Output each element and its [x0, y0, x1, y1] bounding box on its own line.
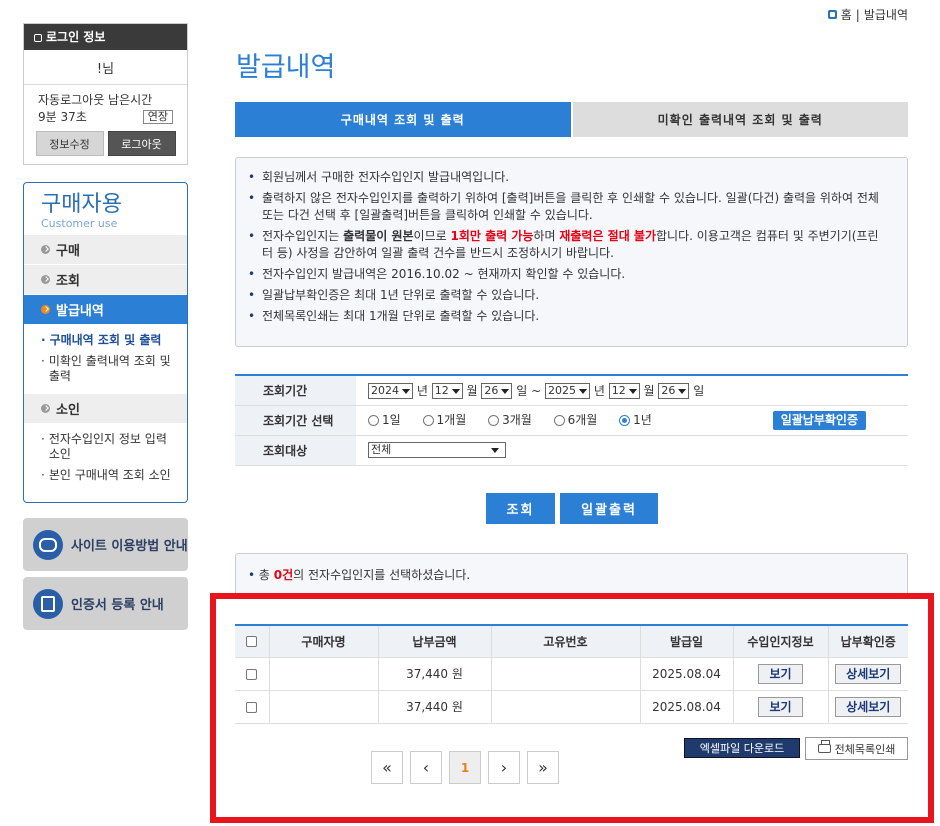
chevron-right-icon: [41, 245, 50, 254]
sidebar-subitem-unconfirmed[interactable]: · 미확인 출력내역 조회 및 출력: [24, 351, 187, 387]
sidebar-menu: 구매자용 Customer use 구매 조회 발급내역 · 구매내역 조회 및 …: [23, 182, 188, 503]
radio-1year[interactable]: [619, 414, 631, 426]
search-button[interactable]: 조회: [486, 493, 555, 524]
chevron-down-icon: [451, 388, 460, 394]
home-icon[interactable]: [827, 10, 837, 19]
target-label: 조회대상: [235, 435, 356, 466]
login-info-box: 로그인 정보 !님 자동로그아웃 남은시간 9분 37초 연장 정보수정 로그아…: [23, 23, 188, 165]
login-info-header: 로그인 정보: [24, 24, 187, 50]
notice-item: 출력하지 않은 전자수입인지를 출력하기 위하여 [출력]버튼을 클릭한 후 인…: [248, 190, 887, 224]
search-form: 조회기간 2024 년 12 월 26 일 ~ 2025 년 12 월 26 일…: [235, 374, 908, 466]
sidebar-subitem-refund-own[interactable]: · 본인 구매내역 조회 소인: [24, 465, 187, 486]
sidebar-title: 구매자용: [41, 192, 122, 217]
extend-session-button[interactable]: 연장: [142, 109, 173, 124]
from-year-select[interactable]: 2024: [368, 383, 413, 399]
logout-button[interactable]: 로그아웃: [107, 131, 176, 156]
breadcrumb-current: 발급내역: [863, 8, 908, 22]
site-guide-button[interactable]: 사이트 이용방법 안내: [23, 518, 188, 571]
bulk-cert-button[interactable]: 일괄납부확인증: [772, 410, 866, 430]
tab-unconfirmed-history[interactable]: 미확인 출력내역 조회 및 출력: [570, 102, 908, 137]
sidebar-item-label: 구매: [56, 244, 80, 259]
chevron-right-icon: [41, 305, 50, 314]
lock-icon: [34, 34, 42, 42]
auto-logout-remaining: 9분 37초: [38, 110, 87, 124]
cert-guide-button[interactable]: 인증서 등록 안내: [23, 577, 188, 630]
edit-info-button[interactable]: 정보수정: [35, 131, 104, 156]
tab-bar: 구매내역 조회 및 출력 미확인 출력내역 조회 및 출력: [235, 102, 908, 137]
notice-item: 회원님께서 구매한 전자수입인지 발급내역입니다.: [248, 169, 887, 186]
from-day-select[interactable]: 26: [481, 383, 513, 399]
chevron-right-icon: [41, 404, 50, 413]
sidebar-refund-submenu: · 전자수입인지 정보 입력 소인 · 본인 구매내역 조회 소인: [24, 423, 187, 492]
sidebar-subitem-refund-input[interactable]: · 전자수입인지 정보 입력 소인: [24, 429, 187, 465]
notice-item: 일괄납부확인증은 최대 1년 단위로 출력할 수 있습니다.: [248, 287, 887, 304]
notice-item: 전자수입인지는 출력물이 원본이므로 1회만 출력 가능하며 재출력은 절대 불…: [248, 228, 887, 262]
target-select[interactable]: 전체: [368, 442, 506, 458]
period-label: 조회기간: [235, 375, 356, 406]
bulk-print-button[interactable]: 일괄출력: [560, 493, 658, 524]
to-day-select[interactable]: 26: [658, 383, 690, 399]
range-label: 조회기간 선택: [235, 405, 356, 436]
selection-summary: • 총 0건의 전자수입인지를 선택하셨습니다.: [235, 553, 908, 593]
chevron-down-icon: [491, 448, 499, 453]
tab-purchase-history[interactable]: 구매내역 조회 및 출력: [235, 102, 571, 137]
chevron-down-icon: [579, 388, 587, 394]
auto-logout-label: 자동로그아웃 남은시간: [38, 93, 153, 107]
chevron-down-icon: [678, 388, 687, 394]
sidebar-item-purchase[interactable]: 구매: [24, 234, 187, 264]
sidebar-item-label: 발급내역: [56, 304, 104, 319]
sidebar-item-refund[interactable]: 소인: [24, 393, 187, 423]
chevron-down-icon: [402, 388, 410, 394]
radio-1month[interactable]: [422, 414, 434, 426]
highlight-frame: [210, 593, 934, 823]
sidebar-item-label: 조회: [56, 274, 80, 289]
selected-count: 0건: [273, 568, 294, 582]
to-month-select[interactable]: 12: [608, 383, 640, 399]
sidebar-item-label: 소인: [56, 403, 80, 418]
chevron-down-icon: [628, 388, 637, 394]
from-month-select[interactable]: 12: [431, 383, 463, 399]
login-user-name: !님: [24, 58, 187, 85]
radio-1day[interactable]: [368, 414, 379, 426]
certificate-lock-icon: [33, 588, 63, 619]
notice-item: 전자수입인지 발급내역은 2016.10.02 ~ 현재까지 확인할 수 있습니…: [248, 266, 887, 283]
notice-box: 회원님께서 구매한 전자수입인지 발급내역입니다. 출력하지 않은 전자수입인지…: [235, 157, 908, 347]
sidebar-subtitle: Customer use: [41, 217, 118, 230]
notice-item: 전체목록인쇄는 최대 1개월 단위로 출력할 수 있습니다.: [248, 308, 887, 325]
login-info-title: 로그인 정보: [46, 30, 106, 44]
breadcrumb: 홈 | 발급내역: [827, 6, 908, 23]
to-year-select[interactable]: 2025: [545, 383, 590, 399]
radio-6month[interactable]: [553, 414, 565, 426]
page-title: 발급내역: [236, 52, 336, 83]
sidebar-item-inquiry[interactable]: 조회: [24, 264, 187, 294]
sidebar-history-submenu: · 구매내역 조회 및 출력 · 미확인 출력내역 조회 및 출력: [24, 324, 187, 393]
chevron-down-icon: [501, 388, 510, 394]
radio-3month[interactable]: [488, 414, 500, 426]
breadcrumb-home[interactable]: 홈: [841, 6, 852, 23]
sidebar-subitem-purchase-history[interactable]: · 구매내역 조회 및 출력: [24, 330, 187, 351]
auto-logout-timer-row: 9분 37초 연장: [24, 108, 187, 125]
guide-icon: [33, 529, 63, 560]
login-buttons: 정보수정 로그아웃: [24, 131, 187, 156]
sidebar-item-history[interactable]: 발급내역: [24, 294, 187, 324]
breadcrumb-separator: |: [855, 7, 860, 22]
chevron-right-icon: [41, 275, 50, 284]
